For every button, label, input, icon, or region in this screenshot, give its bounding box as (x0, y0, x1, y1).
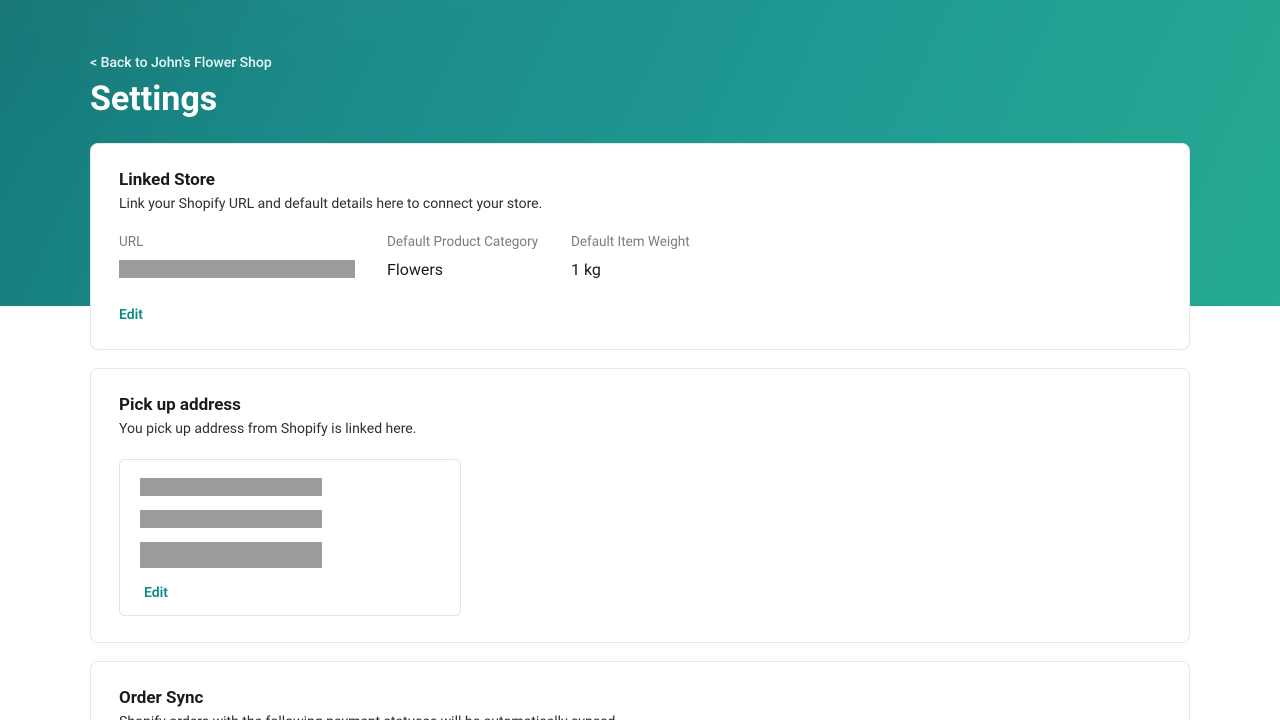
pickup-address-card: Pick up address You pick up address from… (90, 368, 1190, 643)
category-label: Default Product Category (387, 234, 571, 250)
pickup-edit-button[interactable]: Edit (140, 585, 168, 601)
address-line-redacted (140, 542, 322, 568)
linked-store-edit-button[interactable]: Edit (119, 307, 143, 323)
pickup-address-box: Edit (119, 459, 461, 616)
category-field: Default Product Category Flowers (387, 234, 571, 279)
page-title: Settings (90, 79, 1190, 119)
order-sync-card: Order Sync Shopify orders with the follo… (90, 661, 1190, 720)
weight-label: Default Item Weight (571, 234, 755, 250)
address-line-redacted (140, 478, 322, 496)
pickup-address-lines (140, 478, 440, 568)
order-sync-title: Order Sync (119, 688, 1161, 708)
pickup-desc: You pick up address from Shopify is link… (119, 421, 1161, 437)
linked-store-title: Linked Store (119, 170, 1161, 190)
content-container: < Back to John's Flower Shop Settings Li… (90, 0, 1190, 720)
order-sync-desc: Shopify orders with the following paymen… (119, 714, 1161, 720)
pickup-title: Pick up address (119, 395, 1161, 415)
url-label: URL (119, 234, 387, 250)
weight-value: 1 kg (571, 260, 755, 279)
linked-store-card: Linked Store Link your Shopify URL and d… (90, 143, 1190, 350)
linked-store-fields: URL Default Product Category Flowers Def… (119, 234, 1161, 279)
url-value-redacted (119, 260, 355, 278)
category-value: Flowers (387, 260, 571, 279)
url-field: URL (119, 234, 387, 279)
weight-field: Default Item Weight 1 kg (571, 234, 755, 279)
back-link[interactable]: < Back to John's Flower Shop (90, 55, 272, 71)
linked-store-desc: Link your Shopify URL and default detail… (119, 196, 1161, 212)
address-line-redacted (140, 510, 322, 528)
